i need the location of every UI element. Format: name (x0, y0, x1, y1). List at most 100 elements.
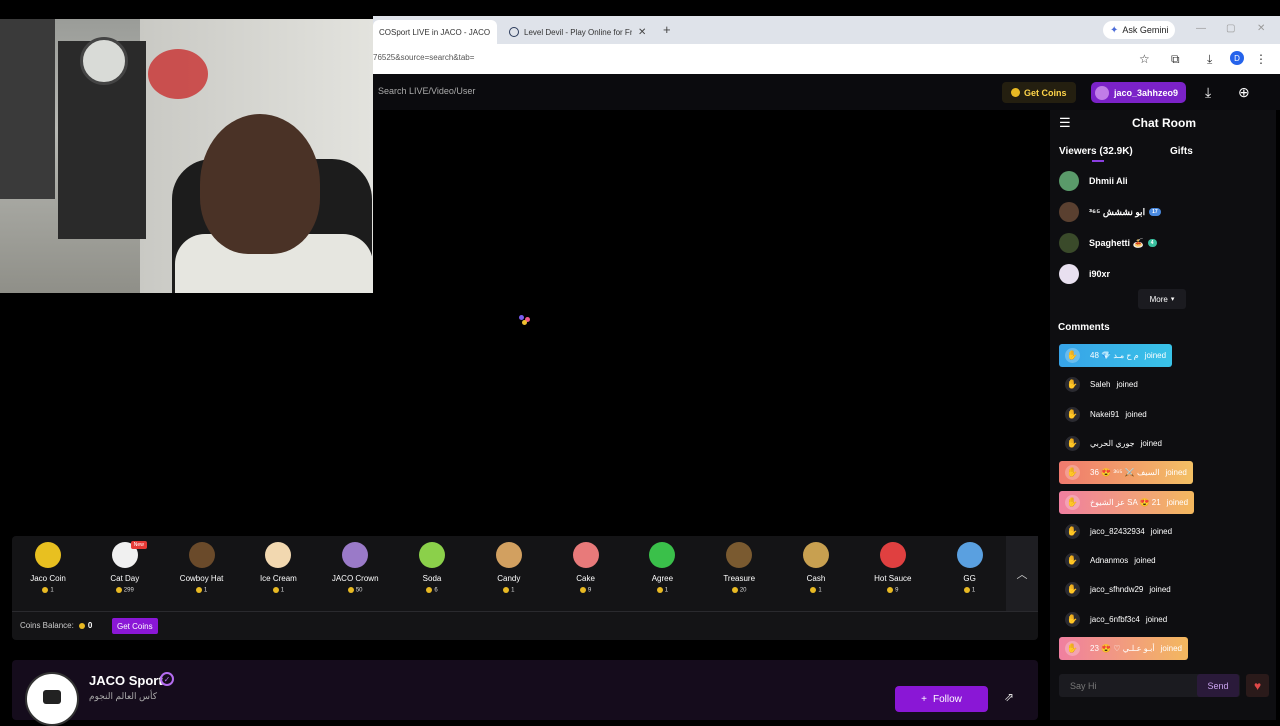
gift-price: 9 (855, 587, 931, 594)
comment-user[interactable]: م ح مـد 💎 48 (1090, 351, 1139, 360)
gift-price-value: 9 (895, 587, 899, 594)
gift-price-value: 299 (123, 587, 134, 594)
url-field[interactable]: 76525&source=search&tab= (373, 53, 474, 62)
streamer-info-bar: JACO Sport ✓ كأس العالم النجوم + Follow … (12, 660, 1038, 726)
gift-item[interactable]: JACO Crown 50 (317, 542, 393, 594)
gift-price-value: 1 (50, 587, 54, 594)
gift-price-value: 50 (355, 587, 363, 594)
tab-viewers[interactable]: Viewers (32.9K) (1059, 146, 1133, 157)
gift-item[interactable]: Cowboy Hat 1 (164, 542, 240, 594)
gift-price: 9 (548, 587, 624, 594)
get-coins-button[interactable]: Get Coins (1002, 82, 1076, 103)
address-bar-row: 76525&source=search&tab= ☆ ⧉ ⤓ D ⋮ (373, 44, 1280, 74)
gift-price-value: 20 (739, 587, 747, 594)
viewer-item[interactable]: i90xr (1059, 264, 1110, 284)
coin-icon (347, 587, 354, 593)
language-globe-icon[interactable]: ⊕ (1238, 84, 1250, 101)
comment-action: joined (1134, 556, 1156, 566)
streamer-avatar[interactable] (25, 672, 79, 726)
wave-hand-icon: ✋ (1065, 641, 1080, 656)
gift-item[interactable]: Jaco Coin 1 (10, 542, 86, 594)
gift-image (188, 542, 215, 568)
browser-tab-jaco[interactable]: COSport LIVE in JACO - JACO ✕ (373, 20, 497, 44)
gift-item[interactable]: Cake 9 (548, 542, 624, 594)
chevron-up-icon[interactable]: ︿ (1006, 536, 1038, 611)
comment-user[interactable]: السيف ⚔️ ³⁶⁵ 😍 36 (1090, 468, 1160, 477)
comment-user[interactable]: Saleh (1090, 380, 1110, 389)
viewer-item[interactable]: ابو نششش ³⁶⁵ 17 (1059, 202, 1161, 222)
comment-user[interactable]: جوري الحربي (1090, 439, 1135, 448)
gift-item[interactable]: GG 1 (932, 542, 1008, 594)
gift-item[interactable]: Candy 1 (471, 542, 547, 594)
heart-icon[interactable]: ♥ (1246, 674, 1269, 697)
gift-bar: Jaco Coin 1 Cat Day 299 New Cowboy Hat 1 Ice Cr… (12, 536, 1038, 640)
top-strip (0, 0, 1280, 16)
send-button[interactable]: Send (1197, 674, 1239, 697)
get-coins-button[interactable]: Get Coins (112, 618, 158, 634)
webcam-clock (80, 37, 128, 85)
gift-image (419, 542, 445, 568)
gift-price: 1 (10, 587, 86, 594)
avatar (1095, 85, 1109, 100)
browser-tab-level-devil[interactable]: Level Devil - Play Online for Fre ✕ (503, 20, 653, 44)
comment-user[interactable]: Adnanmos (1090, 556, 1128, 565)
download-icon[interactable]: ⤓ (1205, 84, 1211, 101)
close-icon[interactable]: ✕ (496, 27, 497, 38)
comment-user[interactable]: jaco_82432934 (1090, 527, 1145, 536)
user-account-button[interactable]: jaco_3ahhzeo9 (1091, 82, 1187, 103)
gift-image (342, 542, 369, 568)
gift-item[interactable]: Cash 1 (778, 542, 854, 594)
gift-item[interactable]: Agree 1 (624, 542, 700, 594)
chat-title: Chat Room (1132, 116, 1196, 130)
viewer-item[interactable]: Dhmii Ali (1059, 171, 1128, 191)
viewer-item[interactable]: Spaghetti 🍝 4 (1059, 233, 1157, 253)
window-close-icon[interactable]: ✕ (1257, 23, 1265, 34)
coin-icon (426, 587, 433, 593)
follow-button[interactable]: + Follow (895, 686, 988, 712)
comment-user[interactable]: jaco_6nfbf3c4 (1090, 615, 1140, 624)
comment-user[interactable]: Nakei91 (1090, 410, 1119, 419)
avatar (1059, 171, 1079, 191)
gift-name: Soda (422, 574, 442, 583)
minimize-icon[interactable]: — (1196, 23, 1206, 34)
wave-hand-icon: ✋ (1065, 348, 1080, 363)
comment-action: joined (1116, 380, 1138, 390)
coin-icon (887, 587, 894, 593)
gift-name: Ice Cream (259, 574, 297, 583)
search-input[interactable]: Search LIVE/Video/User (378, 86, 475, 96)
downloads-icon[interactable]: ⤓ (1207, 52, 1212, 67)
profile-avatar[interactable]: D (1230, 51, 1244, 65)
comment-item: ✋ أبـو عـلـي ♡ 😍 23 joined (1059, 637, 1188, 660)
bookmark-star-icon[interactable]: ☆ (1139, 52, 1150, 66)
more-viewers-button[interactable]: More ▾ (1138, 289, 1186, 309)
ask-gemini-button[interactable]: ✦ Ask Gemini (1103, 21, 1176, 39)
gift-price: 50 (317, 587, 393, 594)
collapse-menu-icon[interactable]: ☰ (1059, 115, 1071, 131)
gift-item[interactable]: Treasure 20 (701, 542, 777, 594)
gift-name: Cake (576, 574, 595, 583)
coins-balance-value: 0 (87, 621, 93, 630)
gift-item[interactable]: Cat Day 299 New (87, 541, 163, 594)
gift-name: GG (963, 574, 976, 583)
streamer-name: JACO Sport (89, 673, 163, 688)
comment-user[interactable]: عز الشيوخ SA 😍 21 (1090, 498, 1161, 507)
comment-user[interactable]: أبـو عـلـي ♡ 😍 23 (1090, 644, 1155, 653)
gift-image (495, 542, 522, 568)
tab-gifts[interactable]: Gifts (1170, 146, 1193, 157)
close-icon[interactable]: ✕ (638, 27, 646, 38)
level-badge: 17 (1149, 208, 1161, 216)
extensions-icon[interactable]: ⧉ (1171, 52, 1180, 67)
gift-item[interactable]: Soda 6 (394, 542, 470, 594)
viewer-name: Dhmii Ali (1089, 176, 1128, 186)
comment-user[interactable]: jaco_sfhndw29 (1090, 585, 1143, 594)
plus-icon: + (921, 693, 927, 705)
share-icon[interactable]: ⇗ (1004, 690, 1014, 704)
gift-item[interactable]: Hot Sauce 9 (855, 542, 931, 594)
coin-icon (1011, 88, 1020, 97)
new-tab-button[interactable]: + (663, 22, 671, 37)
gift-image (879, 542, 906, 568)
gift-item[interactable]: Ice Cream 1 (240, 542, 316, 594)
chrome-menu-icon[interactable]: ⋮ (1255, 52, 1267, 66)
webcam-sign (148, 49, 208, 99)
maximize-icon[interactable]: ▢ (1226, 23, 1235, 34)
